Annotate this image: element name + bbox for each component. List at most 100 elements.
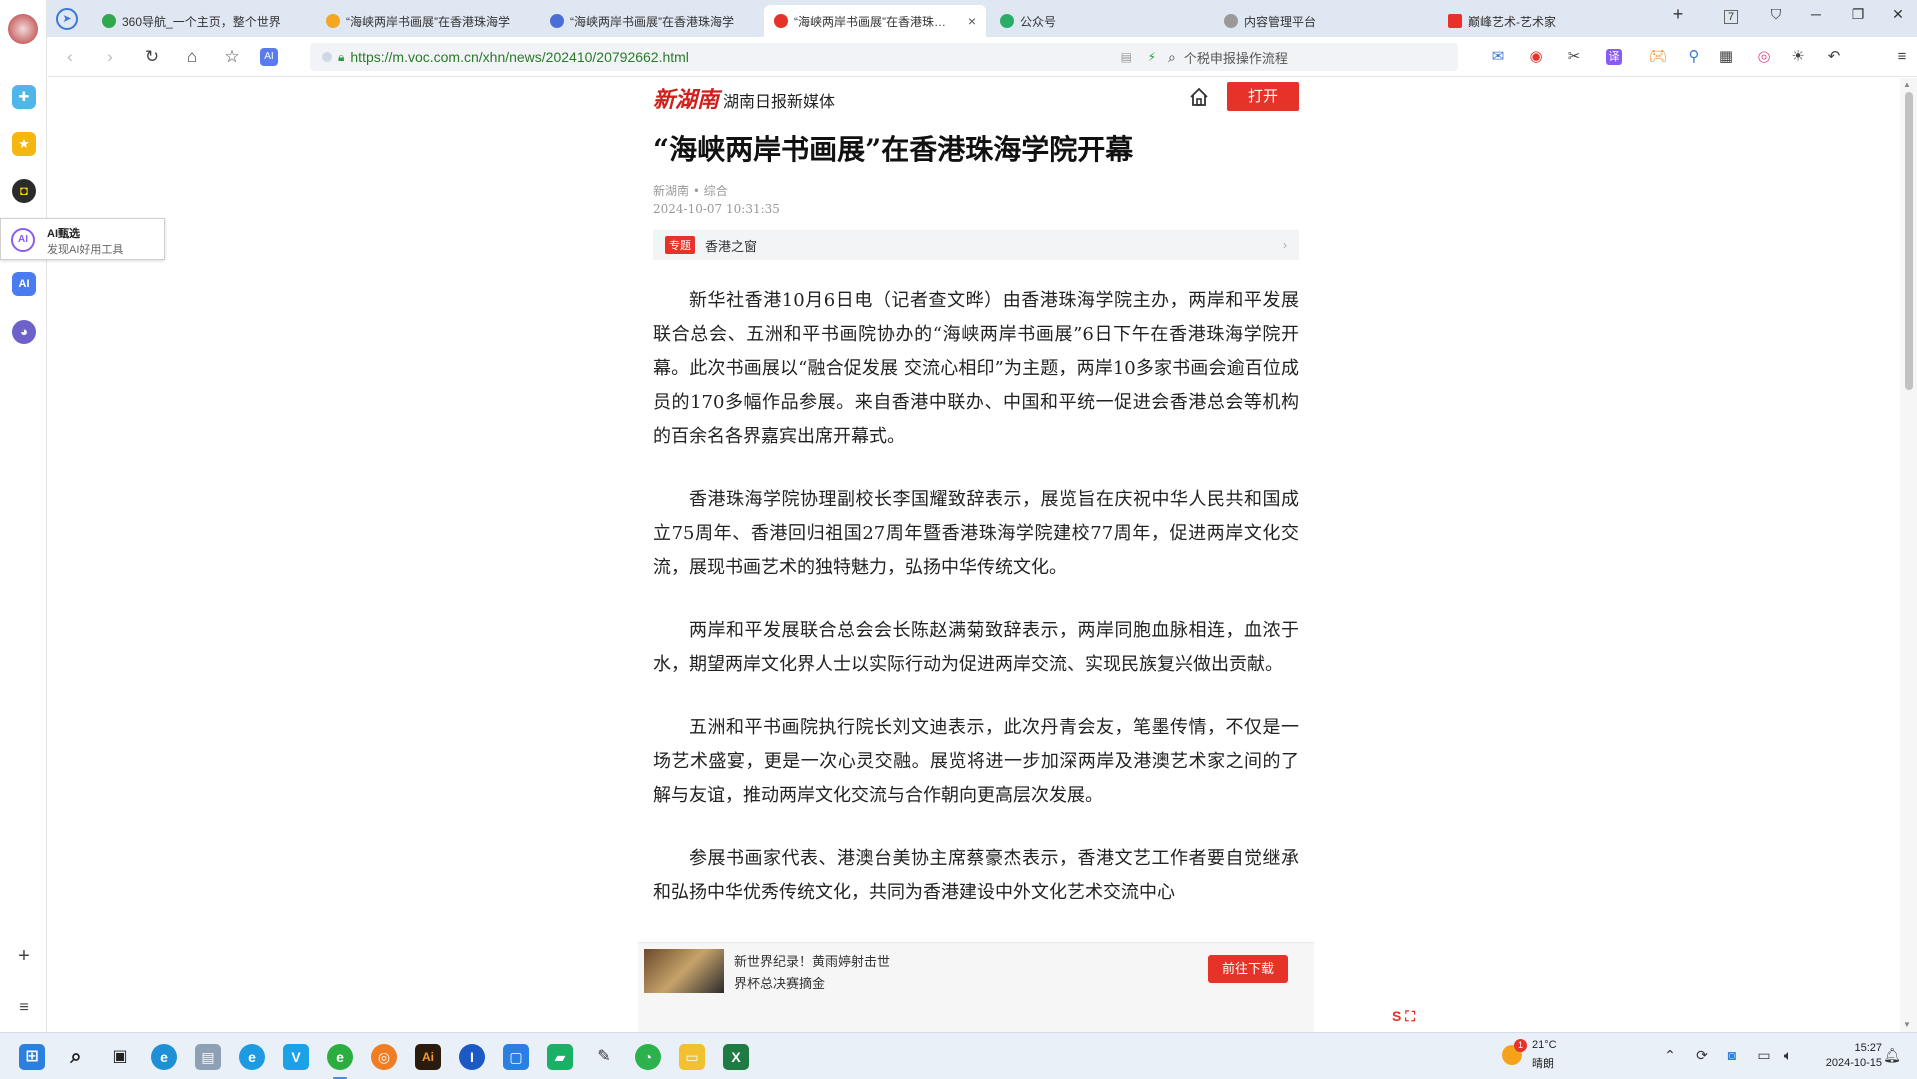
open-app-button[interactable]: 打开 [1227,82,1299,111]
tab-nav-icon[interactable]: ➤ [56,8,78,30]
chevron-right-icon: › [1283,238,1287,252]
site-logo[interactable]: 新湖南 [653,82,719,114]
search-input[interactable]: 个税申报操作流程 [1184,48,1288,67]
tab-5[interactable]: 内容管理平台 [1214,5,1434,37]
undo-icon[interactable]: ↶ [1824,47,1844,67]
article-paragraph: 新华社香港10月6日电（记者查文晔）由香港珠海学院主办，两岸和平发展联合总会、五… [653,290,1299,447]
ie-icon[interactable]: e [239,1044,265,1070]
tray-expand-icon[interactable]: ⌃ [1660,1047,1680,1064]
tab-bar: ➤ 360导航_一个主页，整个世界 “海峡两岸书画展”在香港珠海学 “海峡两岸书… [0,0,1917,37]
download-button[interactable]: 前往下载 [1208,955,1288,983]
reload-icon[interactable]: ↻ [140,45,164,69]
360-browser-icon[interactable]: e [327,1044,353,1070]
ai-tools-tooltip[interactable]: AI AI甄选 发现AI好用工具 [0,218,165,260]
task-view-icon[interactable]: ▣ [107,1044,133,1070]
sidebar-chat-bot-icon[interactable]: ◘ [12,179,36,203]
excel-icon[interactable]: X [723,1044,749,1070]
bookmark-app-icon[interactable]: ▰ [547,1044,573,1070]
notification-bell-icon[interactable]: 🔔︎ [1882,1047,1902,1064]
sidebar-favorites-icon[interactable]: ★ [12,132,36,156]
topic-tag: 专题 [665,236,695,254]
tab-counter-button[interactable]: 7 [1724,10,1738,24]
mail-icon[interactable]: ✉ [1488,47,1508,67]
color-circle-icon[interactable]: ◎ [1754,47,1774,67]
tab-label: 360导航_一个主页，整个世界 [122,14,281,29]
tab-3[interactable]: “海峡两岸书画展”在香港珠海学 × [764,5,986,37]
screenshot-scissors-icon[interactable]: ✂ [1564,47,1584,67]
sidebar-list-button[interactable]: ≡ [12,996,36,1020]
tray-app-icon[interactable]: ◙ [1722,1047,1742,1063]
volume-icon[interactable]: 🔈︎ [1778,1047,1798,1064]
tab-6[interactable]: 巅峰艺术-艺术家 [1438,5,1658,37]
network-icon[interactable]: ▭ [1754,1047,1774,1064]
file-manager-icon[interactable]: ▤ [195,1044,221,1070]
page-scrollbar[interactable]: ▲ ▼ [1900,78,1917,1032]
scroll-down-icon[interactable]: ▼ [1903,1020,1911,1029]
security-app-icon[interactable]: ◎ [371,1044,397,1070]
site-home-icon[interactable] [1188,86,1210,108]
tab-1[interactable]: “海峡两岸书画展”在香港珠海学 [316,5,536,37]
url-text[interactable]: https://m.voc.com.cn/xhn/news/202410/207… [350,49,689,65]
article-paragraph: 两岸和平发展联合总会会长陈赵满菊致辞表示，两岸同胞血脉相连，血浓于水，期望两岸文… [653,620,1299,675]
wechat-icon[interactable]: ◔ [635,1044,661,1070]
search-box[interactable]: ⌕ 个税申报操作流程 [1158,43,1458,71]
sidebar-assistant-icon[interactable]: ◕ [12,320,36,344]
weibo-icon[interactable]: ◉ [1526,47,1546,67]
home-icon[interactable]: ⌂ [180,45,204,69]
apps-grid-icon[interactable]: ▦ [1716,47,1736,67]
sidebar-add-button[interactable]: + [12,944,36,968]
pen-app-icon[interactable]: ✎ [591,1044,617,1070]
tab-favicon-icon [326,14,340,28]
vpn-icon[interactable]: V [283,1044,309,1070]
minimize-button[interactable]: ─ [1804,6,1828,22]
close-window-button[interactable]: ✕ [1886,6,1910,23]
translate-icon[interactable]: 译 [1606,49,1622,65]
window-app-icon[interactable]: ▢ [503,1044,529,1070]
site-info-icon[interactable] [322,52,332,62]
browser-app-icon[interactable]: I [459,1044,485,1070]
start-windows-icon[interactable]: ⊞ [19,1044,45,1070]
tab-4[interactable]: 公众号 [990,5,1210,37]
tab-favicon-icon [1000,14,1014,28]
new-tab-button[interactable]: + [1666,4,1690,25]
system-clock[interactable]: 15:27 2024-10-15 [1812,1041,1882,1071]
bookmark-star-icon[interactable]: ☆ [220,45,244,69]
tab-close-icon[interactable]: × [968,13,976,29]
tray-sync-icon[interactable]: ⟳ [1692,1047,1712,1064]
banner-headline-line1: 新世界纪录！黄雨婷射击世 [734,955,891,970]
app-download-banner[interactable]: 新世界纪录！黄雨婷射击世 界杯总决赛摘金 前往下载 [638,942,1314,1032]
skin-icon[interactable]: ⛉ [1764,6,1788,23]
address-bar[interactable]: 🔒︎ https://m.voc.com.cn/xhn/news/202410/… [310,43,1190,71]
clock-time: 15:27 [1854,1042,1882,1054]
back-icon[interactable]: ‹ [58,45,82,69]
sidebar-ai-icon[interactable]: AI [12,272,36,296]
forward-icon[interactable]: › [98,45,122,69]
file-explorer-icon[interactable]: ▭ [679,1044,705,1070]
user-avatar[interactable] [8,14,38,44]
reader-mode-icon[interactable]: ▤ [1121,50,1132,64]
topic-name: 香港之窗 [705,239,758,255]
ai-assistant-icon[interactable]: AI [260,48,278,66]
sidebar-plus-app-icon[interactable]: ✚ [12,85,36,109]
find-icon[interactable]: ⚲ [1684,47,1704,67]
edge-icon[interactable]: e [151,1044,177,1070]
brightness-icon[interactable]: ☀ [1788,47,1808,67]
game-icon[interactable]: 🎮︎ [1648,47,1668,67]
taskbar-search-icon[interactable]: ⌕ [63,1044,89,1070]
illustrator-icon[interactable]: Ai [415,1044,441,1070]
scroll-up-icon[interactable]: ▲ [1903,80,1911,89]
tab-2[interactable]: “海峡两岸书画展”在香港珠海学 [540,5,760,37]
article-paragraph: 五洲和平书画院执行院长刘文迪表示，此次丹青会友，笔墨传情，不仅是一场艺术盛宴，更… [653,717,1299,806]
speed-mode-icon[interactable]: ⚡ [1148,50,1156,64]
restore-button[interactable]: ❐ [1846,6,1870,23]
article-paragraph: 参展书画家代表、港澳台美协主席蔡豪杰表示，香港文艺工作者要自觉继承和弘扬中华优秀… [653,848,1299,903]
tab-label: 巅峰艺术-艺术家 [1468,14,1556,29]
floating-share-icon[interactable]: S ⛶ [1392,1008,1415,1025]
tab-0[interactable]: 360导航_一个主页，整个世界 [92,5,312,37]
ai-tooltip-title: AI甄选 [47,228,80,240]
tab-label: 公众号 [1020,14,1057,29]
tab-favicon-icon [1448,14,1462,28]
menu-icon[interactable]: ≡ [1892,47,1912,67]
scrollbar-thumb[interactable] [1905,92,1913,390]
topic-link[interactable]: 专题 香港之窗 › [653,230,1299,260]
